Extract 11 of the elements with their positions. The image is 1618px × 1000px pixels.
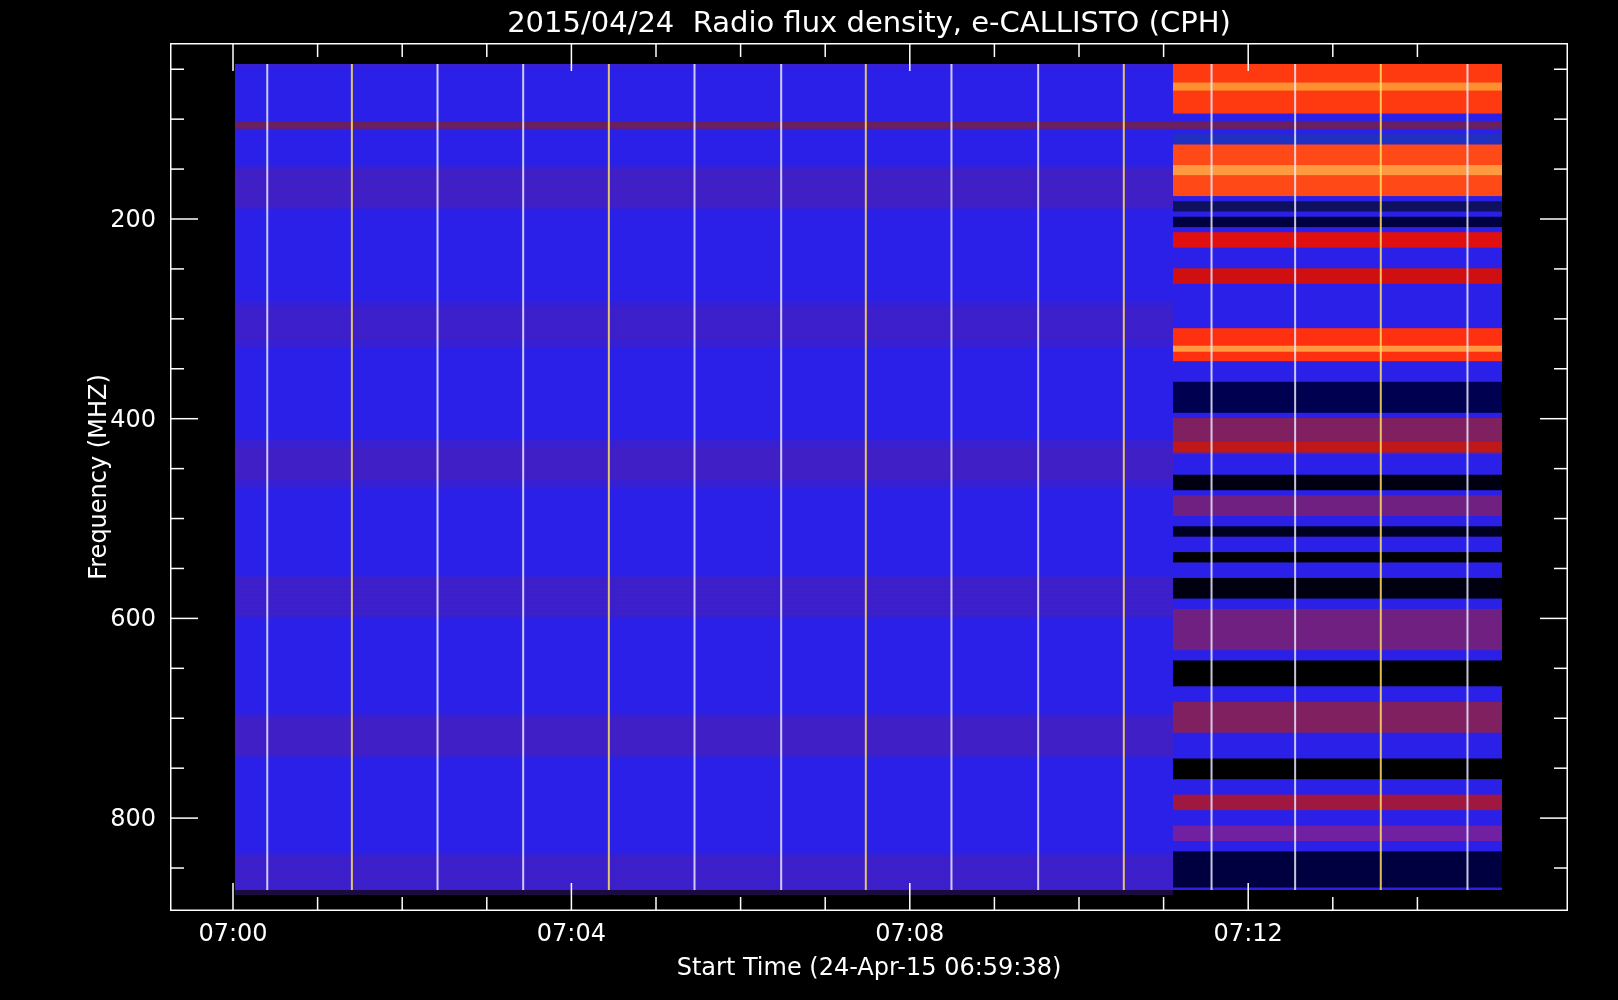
x-tick-label: 07:00 bbox=[198, 919, 268, 947]
y-tick-label: 800 bbox=[110, 804, 156, 833]
x-tick-label: 07:08 bbox=[875, 919, 945, 947]
y-axis-label: Frequency (MHZ) bbox=[84, 374, 112, 580]
x-axis-label: Start Time (24-Apr-15 06:59:38) bbox=[676, 953, 1062, 981]
x-tick-label: 07:12 bbox=[1213, 919, 1283, 947]
chart-title: 2015/04/24 Radio flux density, e-CALLISTO (CPH) bbox=[507, 4, 1231, 39]
y-tick-label: 600 bbox=[110, 604, 156, 633]
x-tick-label: 07:04 bbox=[536, 919, 606, 947]
y-tick-label: 400 bbox=[110, 404, 156, 433]
y-tick-label: 200 bbox=[110, 205, 156, 233]
